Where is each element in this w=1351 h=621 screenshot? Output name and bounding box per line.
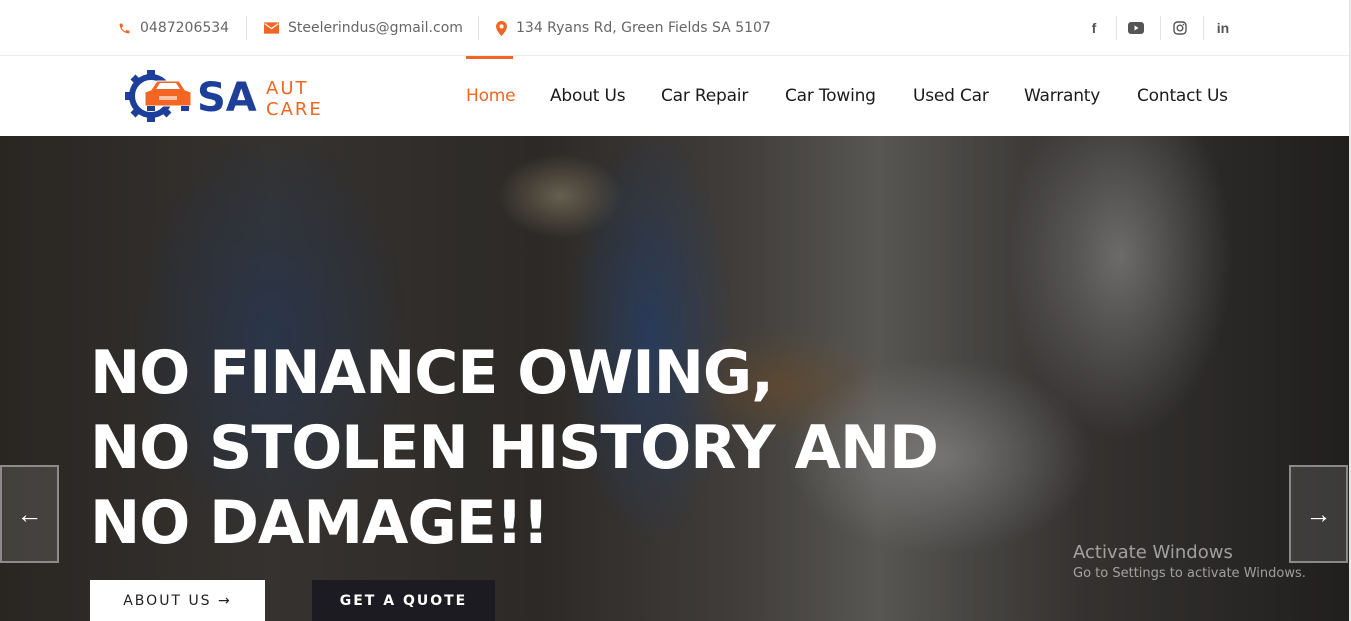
nav-contact-us[interactable]: Contact Us — [1137, 56, 1228, 136]
youtube-icon[interactable] — [1124, 16, 1148, 40]
windows-activation-watermark: Activate Windows Go to Settings to activ… — [1073, 542, 1306, 581]
map-pin-icon — [496, 20, 507, 36]
arrow-left-icon: ← — [16, 498, 43, 529]
instagram-icon[interactable] — [1168, 16, 1192, 40]
phone-icon — [118, 22, 131, 35]
address-text: 134 Ryans Rd, Green Fields SA 5107 — [516, 20, 771, 36]
divider — [1160, 16, 1161, 40]
nav-car-towing[interactable]: Car Towing — [785, 56, 876, 136]
logo-sa: SA — [197, 75, 257, 121]
divider — [478, 16, 479, 40]
phone-contact[interactable]: 0487206534 — [118, 0, 229, 56]
nav-car-repair[interactable]: Car Repair — [661, 56, 748, 136]
email-address: Steelerindus@gmail.com — [288, 20, 463, 36]
hero-slider: NO FINANCE OWING, NO STOLEN HISTORY AND … — [0, 136, 1349, 621]
top-contact-bar: 0487206534 Steelerindus@gmail.com 134 Ry… — [0, 0, 1349, 56]
about-us-button[interactable]: ABOUT US → — [90, 580, 265, 621]
hero-title-line: NO STOLEN HISTORY AND — [90, 413, 939, 483]
site-logo[interactable]: SA AUT CARE — [125, 68, 335, 124]
nav-used-car[interactable]: Used Car — [913, 56, 989, 136]
linkedin-icon[interactable]: in — [1211, 16, 1235, 40]
divider — [246, 16, 247, 40]
email-contact[interactable]: Steelerindus@gmail.com — [264, 0, 463, 56]
mail-icon — [264, 22, 279, 34]
divider — [1116, 16, 1117, 40]
hero-title-line: NO FINANCE OWING, — [90, 338, 774, 408]
watermark-title: Activate Windows — [1073, 542, 1233, 563]
address-contact: 134 Ryans Rd, Green Fields SA 5107 — [496, 0, 771, 56]
arrow-right-icon: → — [1305, 498, 1332, 529]
nav-home[interactable]: Home — [466, 56, 516, 136]
get-a-quote-button[interactable]: GET A QUOTE — [312, 580, 495, 621]
logo-auto: AUT — [266, 78, 308, 99]
nav-warranty[interactable]: Warranty — [1024, 56, 1100, 136]
car-icon — [144, 80, 192, 111]
hero-title: NO FINANCE OWING, NO STOLEN HISTORY AND … — [90, 336, 939, 561]
main-header: SA AUT CARE Home About Us Car Repair Car… — [0, 56, 1349, 136]
phone-number: 0487206534 — [140, 20, 230, 36]
nav-about-us[interactable]: About Us — [550, 56, 626, 136]
hero-title-line: NO DAMAGE!! — [90, 488, 549, 558]
watermark-subtitle: Go to Settings to activate Windows. — [1073, 566, 1306, 581]
logo-care: CARE — [266, 99, 323, 120]
facebook-icon[interactable]: f — [1082, 16, 1106, 40]
divider — [1203, 16, 1204, 40]
prev-slide-button[interactable]: ← — [0, 465, 59, 563]
